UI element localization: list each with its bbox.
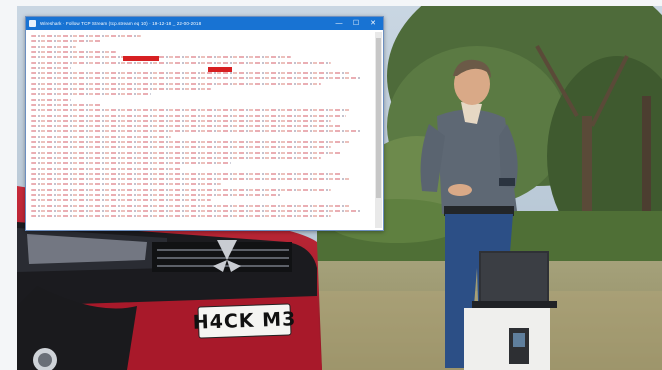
stream-content[interactable] [28, 32, 374, 228]
stream-text-line [31, 114, 346, 117]
stream-text-line [31, 156, 321, 159]
license-plate: H4CK M3 [192, 303, 297, 339]
window-titlebar[interactable]: Wireshark · Follow TCP Stream (tcp.strea… [26, 17, 383, 30]
minimize-icon[interactable]: — [331, 17, 347, 30]
wireshark-app-icon [29, 20, 36, 27]
stream-text-line [31, 215, 331, 218]
stream-text-line [31, 209, 361, 212]
license-plate-text: H4CK M3 [192, 308, 297, 334]
video-frame: H4CK M3 Wireshark · Follow TCP Stream (t… [17, 6, 662, 370]
vertical-scrollbar[interactable] [375, 32, 382, 228]
highlighted-payload [123, 56, 159, 61]
stream-text-line [31, 56, 291, 59]
stream-text-line [31, 204, 351, 207]
stream-text-line [31, 93, 151, 96]
stream-text-line [31, 98, 71, 101]
stream-text-line [31, 172, 341, 175]
stream-text-line [31, 50, 116, 53]
stream-text-line [31, 194, 281, 196]
close-icon[interactable]: ✕ [365, 17, 381, 30]
stream-text-line [31, 183, 221, 186]
stream-text-line [31, 151, 341, 154]
stream-text-line [31, 77, 361, 80]
stream-text-line [31, 141, 351, 143]
stream-text-line [31, 61, 331, 64]
stream-text-line [31, 72, 351, 75]
stream-text-line [31, 125, 341, 128]
scrollbar-thumb[interactable] [376, 38, 381, 198]
stream-text-line [31, 103, 101, 106]
stream-text-line [31, 188, 331, 191]
window-title: Wireshark · Follow TCP Stream (tcp.strea… [40, 21, 202, 26]
stream-text-line [31, 167, 181, 170]
stream-text-line [31, 66, 71, 69]
stream-text-line [31, 135, 171, 138]
stream-text-line [31, 130, 361, 133]
stream-text-line [31, 119, 331, 122]
maximize-icon[interactable]: ☐ [348, 17, 364, 30]
stream-text-line [31, 109, 351, 112]
stream-text-line [31, 40, 101, 43]
stream-text-line [31, 162, 231, 165]
stream-text-line [31, 35, 141, 37]
stream-text-line [31, 178, 351, 181]
stream-text-line [31, 45, 76, 48]
highlighted-payload [208, 67, 232, 72]
stream-text-line [31, 146, 331, 149]
stream-text-line [31, 88, 211, 90]
follow-tcp-stream-window[interactable]: Wireshark · Follow TCP Stream (tcp.strea… [25, 16, 384, 231]
stream-text-line [31, 82, 321, 85]
stream-text-line [31, 199, 211, 202]
